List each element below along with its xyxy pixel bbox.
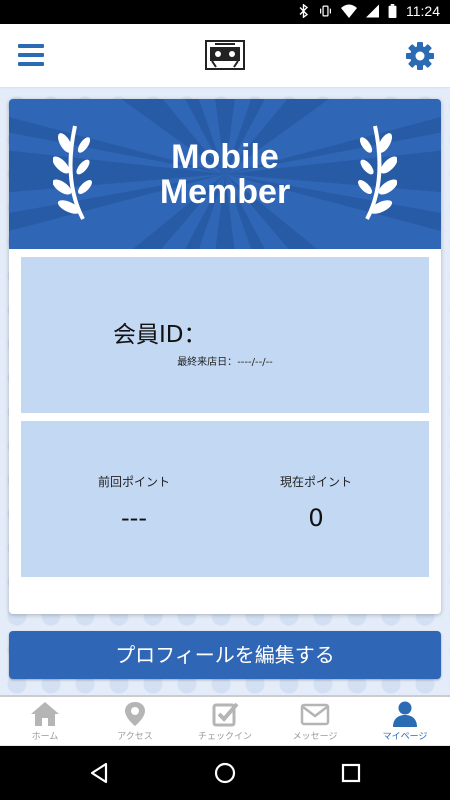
banner-title-line1: Mobile bbox=[171, 138, 279, 176]
current-points: 現在ポイント 0 bbox=[221, 473, 411, 532]
checkin-icon bbox=[212, 702, 239, 727]
tab-mypage[interactable]: マイページ bbox=[360, 697, 450, 745]
system-nav-bar bbox=[0, 746, 450, 800]
tab-checkin[interactable]: チェックイン bbox=[180, 697, 270, 745]
app-header bbox=[0, 24, 450, 88]
mobile-member-banner: Mobile Member bbox=[9, 99, 441, 249]
tab-message[interactable]: メッセージ bbox=[270, 697, 360, 745]
previous-points: 前回ポイント --- bbox=[39, 473, 229, 532]
current-points-value: 0 bbox=[308, 504, 324, 532]
back-icon[interactable] bbox=[87, 761, 111, 785]
user-icon bbox=[393, 701, 417, 727]
store-logo-icon bbox=[205, 40, 245, 70]
battery-icon bbox=[388, 4, 397, 18]
map-pin-icon bbox=[125, 702, 145, 726]
tab-home[interactable]: ホーム bbox=[0, 697, 90, 745]
previous-points-value: --- bbox=[121, 504, 147, 532]
tab-checkin-label: チェックイン bbox=[197, 732, 252, 742]
hamburger-menu-icon[interactable] bbox=[18, 44, 44, 66]
tab-access[interactable]: アクセス bbox=[90, 697, 180, 745]
points-panel: 前回ポイント --- 現在ポイント 0 bbox=[21, 421, 429, 577]
wifi-icon bbox=[341, 4, 357, 18]
tab-home-label: ホーム bbox=[31, 732, 59, 742]
home-button-icon[interactable] bbox=[213, 761, 237, 785]
banner-title-line2: Member bbox=[159, 173, 291, 211]
home-icon bbox=[31, 702, 59, 726]
previous-points-label: 前回ポイント bbox=[97, 475, 170, 489]
tab-access-label: アクセス bbox=[117, 732, 153, 742]
status-bar: 11:24 bbox=[0, 0, 450, 24]
recent-apps-icon[interactable] bbox=[339, 761, 363, 785]
envelope-icon bbox=[300, 703, 330, 726]
tab-message-label: メッセージ bbox=[292, 732, 338, 742]
member-card: Mobile Member 会員ID： 最終来店日：----/--/-- 前回ポ… bbox=[9, 99, 441, 614]
bluetooth-icon bbox=[299, 4, 309, 18]
signal-icon bbox=[366, 4, 379, 18]
member-id-label: 会員ID： bbox=[113, 322, 207, 348]
edit-profile-button[interactable]: プロフィールを編集する bbox=[9, 631, 441, 679]
clock: 11:24 bbox=[406, 3, 440, 19]
member-id-panel: 会員ID： 最終来店日：----/--/-- bbox=[21, 257, 429, 413]
last-visit-label: 最終来店日： bbox=[177, 357, 238, 368]
vibrate-icon bbox=[320, 5, 331, 17]
tab-mypage-label: マイページ bbox=[382, 732, 428, 742]
current-points-label: 現在ポイント bbox=[279, 475, 352, 489]
last-visit-value: ----/--/-- bbox=[237, 357, 273, 368]
last-visit-date: 最終来店日：----/--/-- bbox=[21, 353, 429, 368]
bottom-tab-bar: ホーム アクセス チェックイン メッセージ マイページ bbox=[0, 695, 450, 745]
gear-icon[interactable] bbox=[406, 42, 434, 70]
